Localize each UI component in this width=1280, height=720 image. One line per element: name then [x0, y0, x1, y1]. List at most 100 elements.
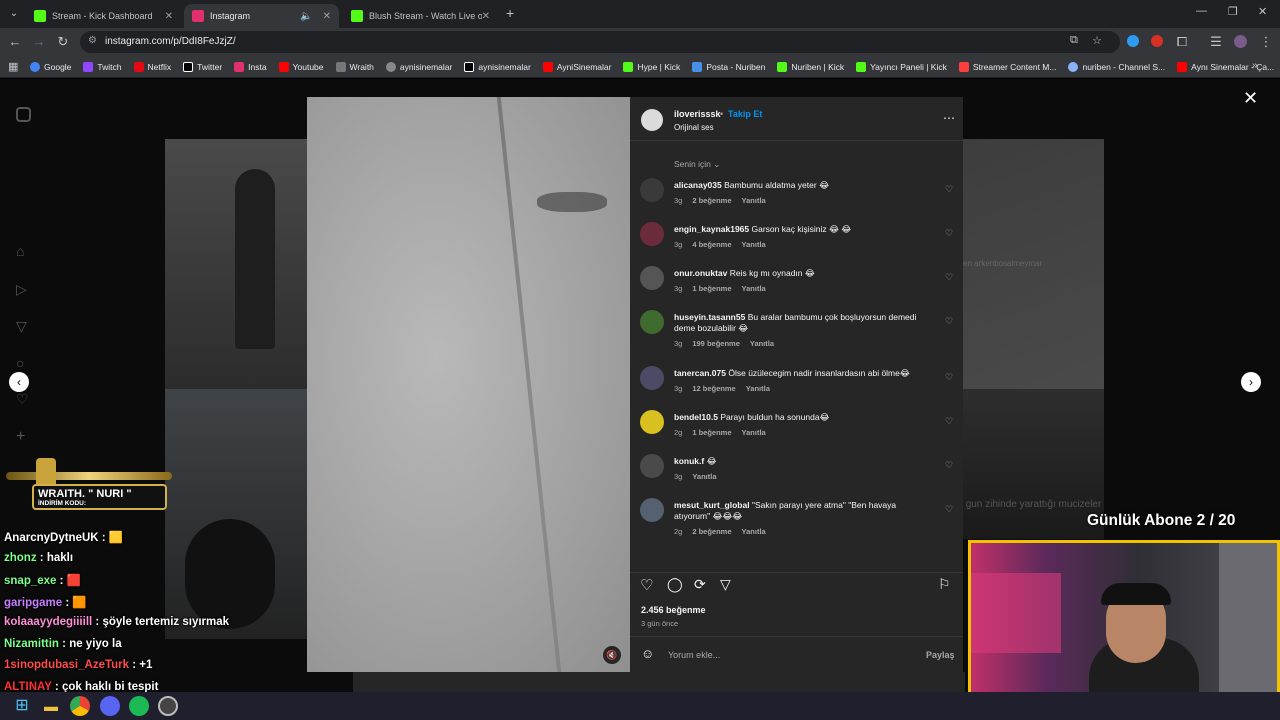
commenter-username[interactable]: konuk.f [674, 456, 704, 466]
windows-start-icon[interactable]: ⊞ [12, 696, 32, 716]
discord-icon[interactable] [100, 696, 120, 716]
url-text[interactable]: instagram.com/p/DdI8FeJzjZ/ [105, 36, 236, 47]
bookmark-item[interactable]: Yayıncı Paneli | Kick [856, 61, 947, 72]
chrome-icon[interactable] [70, 696, 90, 716]
bookmark-item[interactable]: aynisinemalar [385, 61, 452, 72]
next-post-button[interactable]: › [1241, 372, 1261, 392]
bookmark-item[interactable]: Aynı Sinemalar - Ça... [1177, 61, 1274, 72]
bookmark-item[interactable]: Google [30, 61, 71, 72]
audio-label[interactable]: Orijinal ses [674, 123, 714, 132]
comment-likes[interactable]: 4 beğenme [692, 240, 731, 249]
reply-button[interactable]: Yanıtla [742, 527, 766, 536]
send-icon[interactable]: ▽ [16, 318, 27, 335]
commenter-username[interactable]: engin_kaynak1965 [674, 224, 749, 234]
file-explorer-icon[interactable]: ▬ [41, 696, 61, 716]
comment-likes[interactable]: 12 beğenme [692, 384, 735, 393]
notifications-heart-icon[interactable]: ♡ [16, 391, 29, 408]
repost-icon[interactable]: ⟳ [694, 576, 706, 593]
tab-list-icon[interactable]: ☰ [1206, 28, 1226, 56]
comment-likes[interactable]: 1 beğenme [692, 284, 731, 293]
comment-like-heart-icon[interactable]: ♡ [945, 316, 953, 327]
bookmark-item[interactable]: Insta [234, 61, 267, 72]
instagram-logo-icon[interactable] [16, 107, 31, 122]
forward-icon[interactable]: → [29, 28, 49, 56]
extension-icon[interactable] [1151, 35, 1163, 47]
reply-button[interactable]: Yanıtla [692, 472, 716, 481]
share-send-icon[interactable]: ▽ [720, 576, 731, 593]
reload-icon[interactable]: ↻ [53, 28, 73, 56]
bookmark-item[interactable]: Netflix [133, 61, 171, 72]
bookmark-star-icon[interactable]: ☆ [1092, 34, 1102, 47]
bookmark-item[interactable]: aynisinemalar [464, 61, 531, 72]
apps-grid-icon[interactable]: ▦ [8, 60, 18, 73]
commenter-avatar[interactable] [640, 222, 664, 246]
commenter-avatar[interactable] [640, 266, 664, 290]
profile-avatar[interactable] [1234, 35, 1247, 48]
close-tab-icon[interactable]: ✕ [165, 11, 173, 22]
cast-icon[interactable]: ⧉ [1070, 34, 1078, 47]
spotify-icon[interactable] [129, 696, 149, 716]
comment-icon[interactable]: ◯ [667, 576, 683, 593]
close-tab-icon[interactable]: ✕ [482, 11, 490, 22]
bookmark-item[interactable]: Twitch [83, 61, 122, 72]
reply-button[interactable]: Yanıtla [750, 339, 774, 348]
comment-likes[interactable]: 1 beğenme [692, 428, 731, 437]
close-modal-icon[interactable]: ✕ [1243, 88, 1258, 109]
comment-likes[interactable]: 2 beğenme [692, 196, 731, 205]
search-icon[interactable]: ○ [16, 355, 24, 371]
restore-button[interactable]: ❐ [1228, 5, 1238, 18]
new-tab-button[interactable]: + [506, 5, 514, 21]
extensions-puzzle-icon[interactable]: ⧠ [1172, 28, 1192, 56]
post-video[interactable]: 🔇 [307, 97, 630, 672]
tab-search-icon[interactable]: ⌄ [4, 0, 24, 28]
comment-like-heart-icon[interactable]: ♡ [945, 372, 953, 383]
bookmark-item[interactable]: AyniSinemalar [542, 61, 611, 72]
audio-icon[interactable]: 🔈 [300, 11, 312, 22]
commenter-avatar[interactable] [640, 366, 664, 390]
more-bookmarks-icon[interactable]: » [1252, 60, 1258, 71]
create-icon[interactable]: + [16, 428, 25, 446]
more-options-icon[interactable]: ⋯ [943, 111, 955, 125]
bookmark-item[interactable]: Streamer Content M... [958, 61, 1056, 72]
like-heart-icon[interactable]: ♡ [640, 576, 653, 594]
mute-icon[interactable]: 🔇 [603, 646, 621, 664]
commenter-username[interactable]: huseyin.tasann55 [674, 312, 745, 322]
commenter-username[interactable]: onur.onuktav [674, 268, 727, 278]
commenter-avatar[interactable] [640, 310, 664, 334]
bookmark-item[interactable]: Twitter [183, 61, 222, 72]
comment-like-heart-icon[interactable]: ♡ [945, 228, 953, 239]
commenter-username[interactable]: mesut_kurt_global [674, 500, 750, 510]
home-icon[interactable]: ⌂ [16, 243, 24, 259]
tab-blush-stream[interactable]: Blush Stream - Watch Live on K ✕ [343, 4, 498, 28]
comment-like-heart-icon[interactable]: ♡ [945, 504, 953, 515]
comment-like-heart-icon[interactable]: ♡ [945, 184, 953, 195]
site-info-icon[interactable]: ⚙ [88, 35, 97, 46]
address-bar[interactable]: ⚙ instagram.com/p/DdI8FeJzjZ/ ⧉ ☆ [80, 31, 1120, 53]
bookmark-item[interactable]: Nuriben | Kick [777, 61, 844, 72]
close-tab-icon[interactable]: ✕ [323, 11, 331, 22]
bookmark-item[interactable]: Hype | Kick [623, 61, 680, 72]
reels-icon[interactable]: ▷ [16, 281, 27, 298]
reply-button[interactable]: Yanıtla [742, 284, 766, 293]
comment-likes[interactable]: 2 beğenme [692, 527, 731, 536]
commenter-username[interactable]: bendel10.5 [674, 412, 718, 422]
comment-likes[interactable]: 199 beğenme [692, 339, 740, 348]
reply-button[interactable]: Yanıtla [742, 196, 766, 205]
like-count[interactable]: 2.456 beğenme [641, 605, 706, 615]
reply-button[interactable]: Yanıtla [746, 384, 770, 393]
save-bookmark-icon[interactable]: ⚐ [938, 576, 951, 593]
bookmark-item[interactable]: Youtube [278, 61, 324, 72]
author-username[interactable]: iloverisssk [674, 109, 721, 119]
author-avatar[interactable] [641, 109, 663, 131]
follow-button[interactable]: Takip Et [728, 109, 762, 119]
comment-input[interactable]: Yorum ekle... [668, 650, 720, 660]
commenter-username[interactable]: alicanay035 [674, 180, 722, 190]
commenter-avatar[interactable] [640, 498, 664, 522]
comment-like-heart-icon[interactable]: ♡ [945, 416, 953, 427]
commenter-avatar[interactable] [640, 410, 664, 434]
comment-like-heart-icon[interactable]: ♡ [945, 272, 953, 283]
bookmark-item[interactable]: nuriben - Channel S... [1068, 61, 1165, 72]
reply-button[interactable]: Yanıtla [742, 428, 766, 437]
previous-post-button[interactable]: ‹ [9, 372, 29, 392]
tab-instagram[interactable]: Instagram 🔈 ✕ [184, 4, 339, 28]
